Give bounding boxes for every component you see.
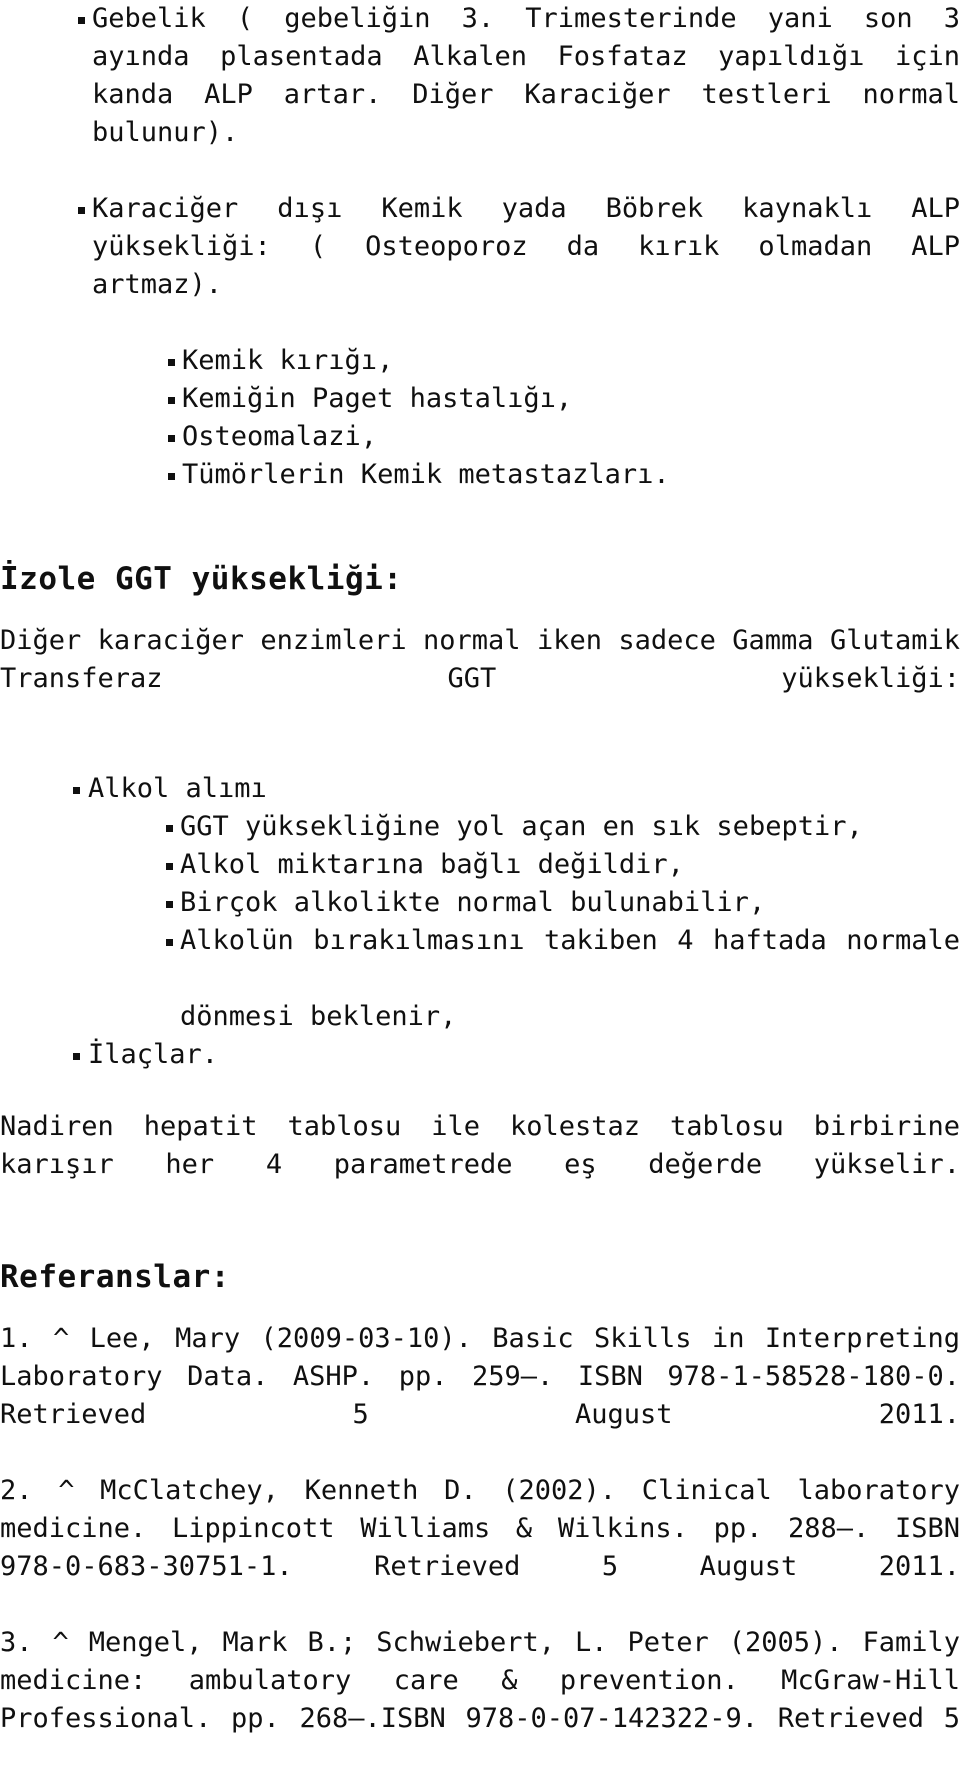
square-bullet-icon xyxy=(168,342,182,380)
list-item-label: Birçok alkolikte normal bulunabilir, xyxy=(180,887,766,918)
document-page: Gebelik ( gebeliğin 3. Trimesterinde yan… xyxy=(0,0,960,1734)
square-bullet-icon xyxy=(166,922,180,960)
ggt-closing-paragraph: Nadiren hepatit tablosu ile kolestaz tab… xyxy=(0,1111,960,1180)
list-item: Alkol miktarına bağlı değildir, xyxy=(0,846,960,884)
list-item-label: Alkol alımı xyxy=(88,773,267,804)
list-item-label: Alkol miktarına bağlı değildir, xyxy=(180,849,684,880)
square-bullet-icon xyxy=(166,846,180,884)
reference-item: 3. ^ Mengel, Mark B.; Schwiebert, L. Pet… xyxy=(0,1627,960,1734)
square-bullet-icon xyxy=(73,1036,87,1074)
ggt-bullet-list: Alkol alımı GGT yüksekliğine yol açan en… xyxy=(0,770,960,1074)
reference-item: 2. ^ McClatchey, Kenneth D. (2002). Clin… xyxy=(0,1475,960,1582)
list-item: Karaciğer dışı Kemik yada Böbrek kaynakl… xyxy=(0,190,960,342)
list-item-label: Alkolün bırakılmasını takiben 4 haftada … xyxy=(180,925,960,956)
square-bullet-icon xyxy=(168,456,182,494)
list-item-label: Osteomalazi, xyxy=(182,421,378,452)
list-item: Osteomalazi, xyxy=(0,418,960,456)
list-item-label: Tümörlerin Kemik metastazları. xyxy=(182,459,670,490)
list-item-label: Karaciğer dışı Kemik yada Böbrek kaynakl… xyxy=(92,193,960,300)
list-item: Alkolün bırakılmasını takiben 4 haftada … xyxy=(0,922,960,1036)
list-item: Birçok alkolikte normal bulunabilir, xyxy=(0,884,960,922)
square-bullet-icon xyxy=(166,884,180,922)
list-item-label: Kemiğin Paget hastalığı, xyxy=(182,383,573,414)
list-item: Alkol alımı xyxy=(0,770,960,808)
alp-bullet-list: Gebelik ( gebeliğin 3. Trimesterinde yan… xyxy=(0,0,960,494)
square-bullet-icon xyxy=(73,770,87,808)
list-item-label: Gebelik ( gebeliğin 3. Trimesterinde yan… xyxy=(92,3,960,148)
list-item: Tümörlerin Kemik metastazları. xyxy=(0,456,960,494)
list-item: İlaçlar. xyxy=(0,1036,960,1074)
list-item: GGT yüksekliğine yol açan en sık sebepti… xyxy=(0,808,960,846)
list-item-label: İlaçlar. xyxy=(88,1039,219,1070)
list-item: Kemik kırığı, xyxy=(0,342,960,380)
square-bullet-icon xyxy=(78,190,92,228)
list-item-label: GGT yüksekliğine yol açan en sık sebepti… xyxy=(180,811,863,842)
reference-item: 1. ^ Lee, Mary (2009-03-10). Basic Skill… xyxy=(0,1323,960,1430)
list-item-continuation: dönmesi beklenir, xyxy=(180,1001,457,1032)
reference-list: 1. ^ Lee, Mary (2009-03-10). Basic Skill… xyxy=(0,1320,960,1776)
list-item: Kemiğin Paget hastalığı, xyxy=(0,380,960,418)
square-bullet-icon xyxy=(168,380,182,418)
section-heading-ggt: İzole GGT yüksekliği: xyxy=(0,561,403,597)
square-bullet-icon xyxy=(78,0,92,38)
list-item: Gebelik ( gebeliğin 3. Trimesterinde yan… xyxy=(0,0,960,190)
list-item-label: Kemik kırığı, xyxy=(182,345,394,376)
ggt-intro-paragraph: Diğer karaciğer enzimleri normal iken sa… xyxy=(0,625,960,694)
square-bullet-icon xyxy=(168,418,182,456)
section-heading-references: Referanslar: xyxy=(0,1259,230,1295)
square-bullet-icon xyxy=(166,808,180,846)
